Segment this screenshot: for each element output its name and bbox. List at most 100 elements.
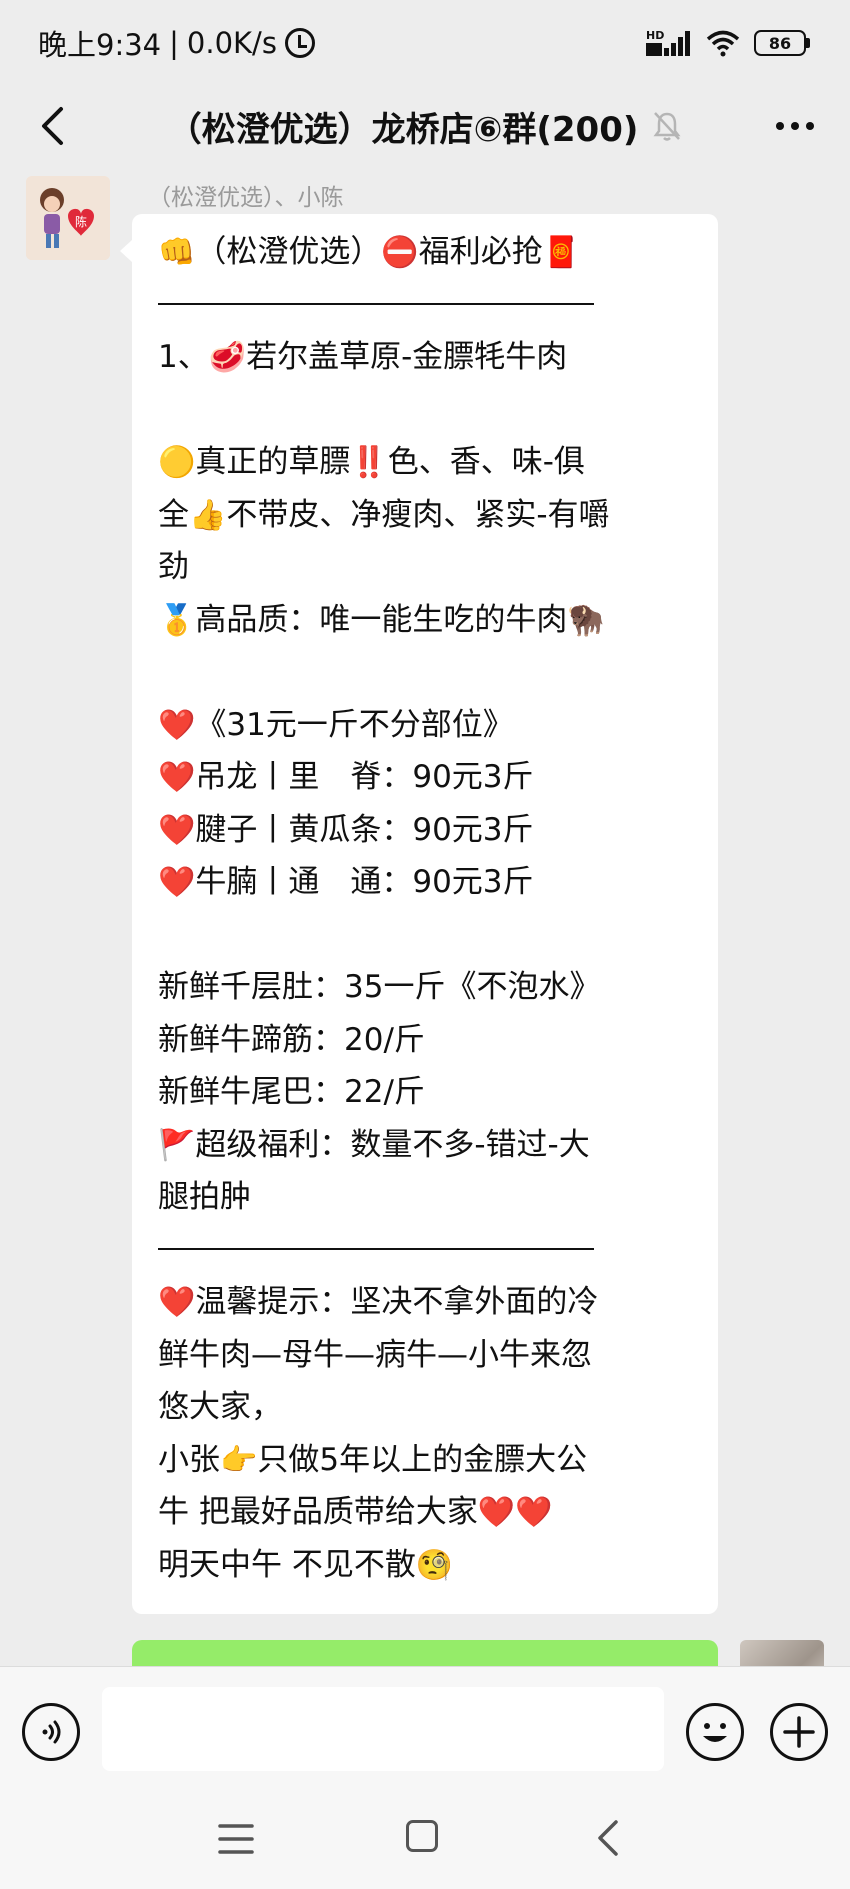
message-line: ❤️腱子丨黄瓜条：90元3斤 <box>158 804 692 857</box>
message-line: 新鲜牛尾巴：22/斤 <box>158 1066 692 1119</box>
message-text-segment: 新鲜牛尾巴：22/斤 <box>158 1074 425 1110</box>
home-icon[interactable] <box>406 1820 438 1852</box>
message-line: 腿拍肿 <box>158 1171 692 1224</box>
message-text-segment: 只做5年以上的金膘大公 <box>257 1441 588 1478</box>
more-icon <box>776 122 814 130</box>
message-bubble[interactable]: 👊（松澄优选）⛔福利必抢🧧 1、🥩若尔盖草原-金膘牦牛肉 🟡真正的草膘‼️色、香、味… <box>120 214 718 1614</box>
own-message-bubble[interactable] <box>132 1640 718 1666</box>
back-button[interactable] <box>30 104 74 148</box>
status-right: HD 86 <box>646 28 810 58</box>
message-text-segment: 牛 把最好品质带给大家 <box>158 1494 478 1530</box>
message-line: 明天中午 不见不散🧐 <box>158 1539 692 1592</box>
message-line: 🚩超级福利：数量不多-错过-大 <box>158 1119 692 1172</box>
message-text-segment: 新鲜牛蹄筋：20/斤 <box>158 1021 425 1058</box>
more-button[interactable] <box>770 104 820 148</box>
message-line: ❤️《31元一斤不分部位》 <box>158 699 692 752</box>
emoji-button[interactable] <box>686 1703 744 1761</box>
message-text-segment: 新鲜千层肚：35一斤《不泡水》 <box>158 969 601 1005</box>
plus-button[interactable] <box>770 1703 828 1761</box>
plus-icon <box>783 1716 815 1748</box>
message-text-segment: 温馨提示：坚决不拿外面的冷 <box>195 1284 599 1320</box>
message-text-segment: 高品质：唯一能生吃的牛肉 <box>195 601 568 638</box>
emoji-icon: ‼️ <box>350 445 388 480</box>
emoji-icon: 🥩 <box>208 340 247 375</box>
emoji-icon <box>703 1723 727 1742</box>
message-text-segment: 超级福利：数量不多-错过-大 <box>195 1126 590 1163</box>
message-text-segment: 小张 <box>158 1441 220 1478</box>
nav-back-icon[interactable] <box>590 1818 626 1858</box>
avatar-image: 陈 <box>26 176 110 260</box>
message-text: 👊（松澄优选）⛔福利必抢🧧 1、🥩若尔盖草原-金膘牦牛肉 🟡真正的草膘‼️色、香、味… <box>158 226 692 1591</box>
alarm-icon <box>284 28 315 58</box>
message-line: 小张👉只做5年以上的金膘大公 <box>158 1434 692 1487</box>
mute-bell-icon <box>652 110 682 142</box>
system-nav-bar <box>0 1788 850 1889</box>
message-text-segment: 色、香、味-俱 <box>387 444 585 480</box>
message-text-segment: 1、 <box>158 339 209 375</box>
message-line: 鲜牛肉—母牛—病牛—小牛来忽 <box>158 1329 692 1382</box>
emoji-icon: ❤️❤️ <box>477 1495 553 1530</box>
message-text-segment: 劲 <box>158 549 189 585</box>
message-text-segment: 福利必抢 <box>418 234 543 270</box>
message-line: 全👍不带皮、净瘦肉、紧实-有嚼 <box>158 489 692 542</box>
message-text-segment: 《31元一斤不分部位》 <box>195 706 514 743</box>
emoji-icon: 🧧 <box>542 235 581 270</box>
message-line: 新鲜牛蹄筋：20/斤 <box>158 1014 692 1067</box>
message-text-segment: （松澄优选） <box>195 234 382 270</box>
emoji-icon: 👊 <box>158 235 196 270</box>
message-line: 牛 把最好品质带给大家❤️❤️ <box>158 1486 692 1539</box>
chat-area[interactable]: 陈 （松澄优选）、小陈 👊（松澄优选）⛔福利必抢🧧 1、🥩若尔盖草原-金膘牦牛肉 🟡… <box>0 166 850 1666</box>
emoji-icon: 🦬 <box>567 602 605 638</box>
emoji-icon: ❤️ <box>158 707 196 743</box>
status-separator: | <box>169 26 179 60</box>
message-line: 👊（松澄优选）⛔福利必抢🧧 <box>158 226 692 279</box>
wifi-icon <box>706 30 740 57</box>
signal-icon: HD <box>646 29 690 56</box>
message-text-segment: 真正的草膘 <box>195 444 351 480</box>
emoji-icon: ⛔ <box>381 235 419 270</box>
message-line: ❤️温馨提示：坚决不拿外面的冷 <box>158 1276 692 1329</box>
message-line: 1、🥩若尔盖草原-金膘牦牛肉 <box>158 331 692 384</box>
message-divider <box>158 279 692 332</box>
chat-title: （松澄优选）龙桥店⑥群(200) <box>167 109 639 150</box>
message-line: 悠大家， <box>158 1381 692 1434</box>
message-text-segment: 腱子丨黄瓜条：90元3斤 <box>195 811 534 848</box>
message-input[interactable] <box>102 1687 664 1771</box>
emoji-icon: 👉 <box>220 1442 258 1478</box>
message-line: 🥇高品质：唯一能生吃的牛肉🦬 <box>158 594 692 647</box>
message-text-segment: 全 <box>158 496 189 533</box>
message-text-segment: 不带皮、净瘦肉、紧实-有嚼 <box>226 496 610 533</box>
emoji-icon: 👍 <box>189 497 227 533</box>
emoji-icon: ❤️ <box>158 812 196 848</box>
message-text-segment: 明天中午 不见不散 <box>158 1546 416 1583</box>
emoji-icon: ❤️ <box>158 760 196 795</box>
voice-icon <box>42 1720 61 1744</box>
status-time: 晚上9:34 <box>38 28 162 62</box>
chat-title-wrap: （松澄优选）龙桥店⑥群(200) <box>168 102 683 151</box>
message-text-segment: 吊龙丨里 脊：90元3斤 <box>195 759 534 795</box>
network-speed: 0.0K/s <box>186 26 277 60</box>
message-line: 🟡真正的草膘‼️色、香、味-俱 <box>158 436 692 489</box>
emoji-icon: 🧐 <box>415 1547 454 1583</box>
message-divider <box>158 1224 692 1277</box>
emoji-icon: 🚩 <box>158 1127 196 1163</box>
menu-icon[interactable] <box>218 1822 254 1856</box>
status-left: 晚上9:34 | 0.0K/s <box>38 22 315 64</box>
voice-button[interactable] <box>22 1703 80 1761</box>
emoji-icon: ❤️ <box>158 1285 196 1320</box>
message-line: 劲 <box>158 541 692 594</box>
message-text-segment: 若尔盖草原-金膘牦牛肉 <box>246 339 568 375</box>
own-avatar[interactable] <box>740 1640 824 1666</box>
message-text-segment: 鲜牛肉—母牛—病牛—小牛来忽 <box>158 1336 592 1373</box>
message-line: 新鲜千层肚：35一斤《不泡水》 <box>158 961 692 1014</box>
emoji-icon: ❤️ <box>158 865 196 900</box>
chat-header: （松澄优选）龙桥店⑥群(200) <box>0 86 850 166</box>
status-bar: 晚上9:34 | 0.0K/s HD 86 <box>0 0 850 86</box>
message-text-segment: 牛腩丨通 通：90元3斤 <box>195 864 534 900</box>
hd-label: HD <box>646 29 664 42</box>
avatar[interactable]: 陈 <box>26 176 110 260</box>
emoji-icon: 🟡 <box>158 445 196 480</box>
